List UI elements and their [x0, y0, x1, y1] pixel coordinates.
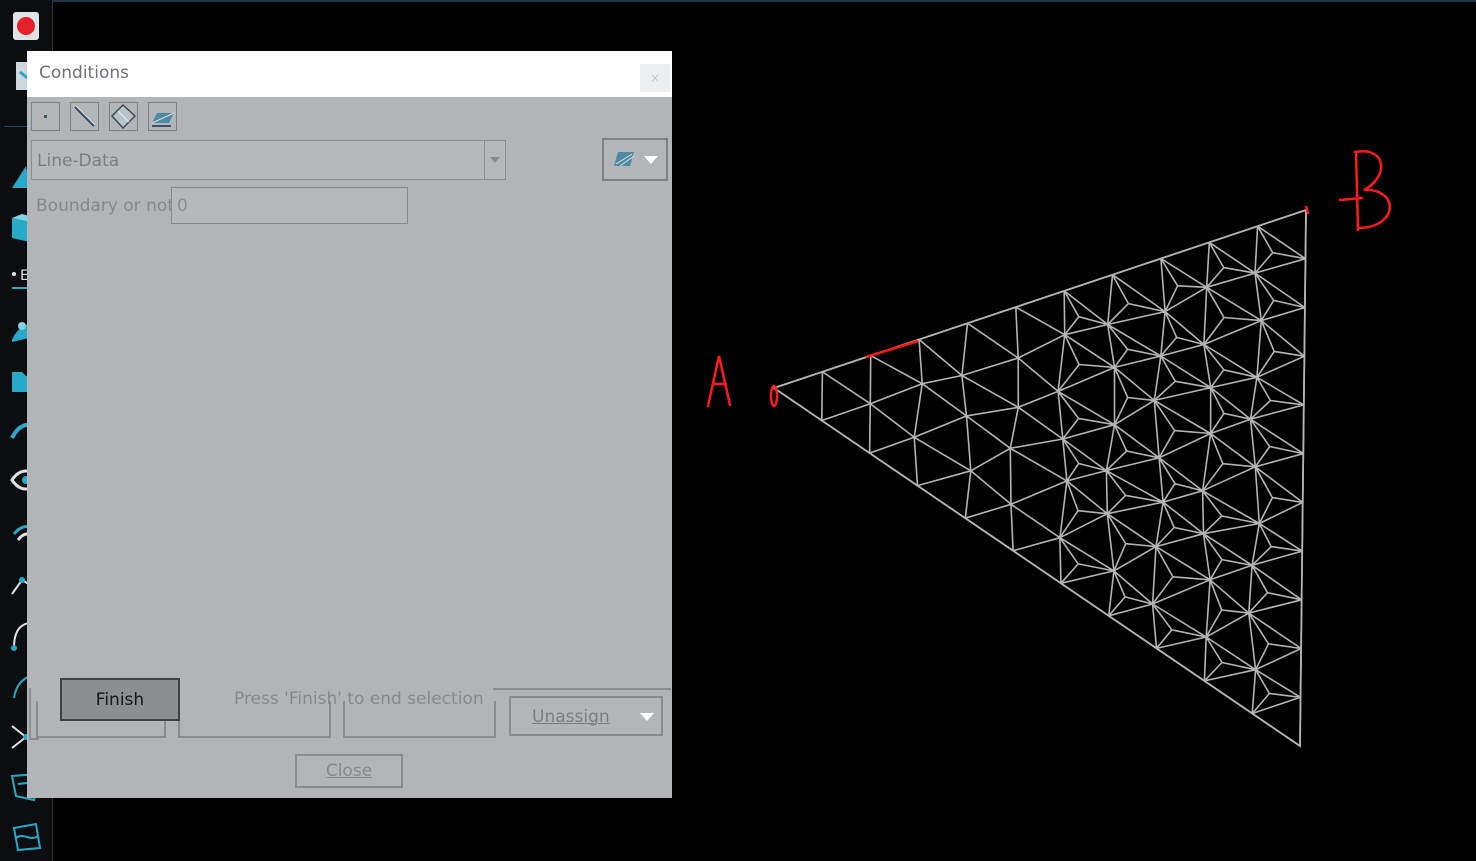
surface-entity-button[interactable]: [109, 102, 138, 131]
red-annotations: [706, 149, 1391, 408]
highlighted-edge: [865, 339, 919, 359]
annotation-b-letter: [1338, 149, 1391, 232]
chevron-down-icon[interactable]: [640, 713, 654, 721]
volume-entity-button[interactable]: [148, 102, 177, 131]
boundary-label: Boundary or not: [36, 196, 174, 216]
record-icon[interactable]: [8, 8, 44, 44]
condition-select-value: Line-Data: [37, 151, 120, 171]
layer-menu-button[interactable]: [602, 138, 668, 181]
line-icon: [74, 105, 96, 127]
surface-icon: [110, 103, 137, 130]
boundary-input[interactable]: [171, 187, 408, 224]
ghost-outline: [493, 688, 671, 690]
coons-surface-icon[interactable]: [8, 818, 44, 854]
chevron-down-icon[interactable]: [484, 141, 505, 179]
unassign-button[interactable]: Unassign: [509, 696, 663, 736]
annotation-a-letter: [706, 355, 732, 408]
volume-icon: [151, 112, 175, 127]
finish-hint: Press 'Finish' to end selection: [234, 689, 484, 709]
point-icon: [44, 115, 47, 118]
conditions-dialog: Conditions × Line-Data Boundary or not F…: [27, 51, 672, 798]
condition-select[interactable]: Line-Data: [31, 140, 506, 180]
graphics-viewport[interactable]: [672, 0, 1476, 861]
line-entity-button[interactable]: [70, 102, 99, 131]
dialog-titlebar[interactable]: Conditions ×: [27, 51, 672, 97]
mesh-edges: [773, 209, 1307, 747]
unassign-label: Unassign: [532, 707, 610, 727]
close-button[interactable]: Close: [295, 754, 403, 788]
close-icon[interactable]: ×: [640, 64, 670, 92]
layer-surface-icon: [614, 152, 658, 167]
dialog-title: Conditions: [39, 63, 129, 83]
mesh-boundary: [771, 208, 1307, 748]
finish-button[interactable]: Finish: [60, 678, 180, 721]
point-entity-button[interactable]: [31, 102, 60, 131]
triangle-mesh: [771, 208, 1307, 748]
